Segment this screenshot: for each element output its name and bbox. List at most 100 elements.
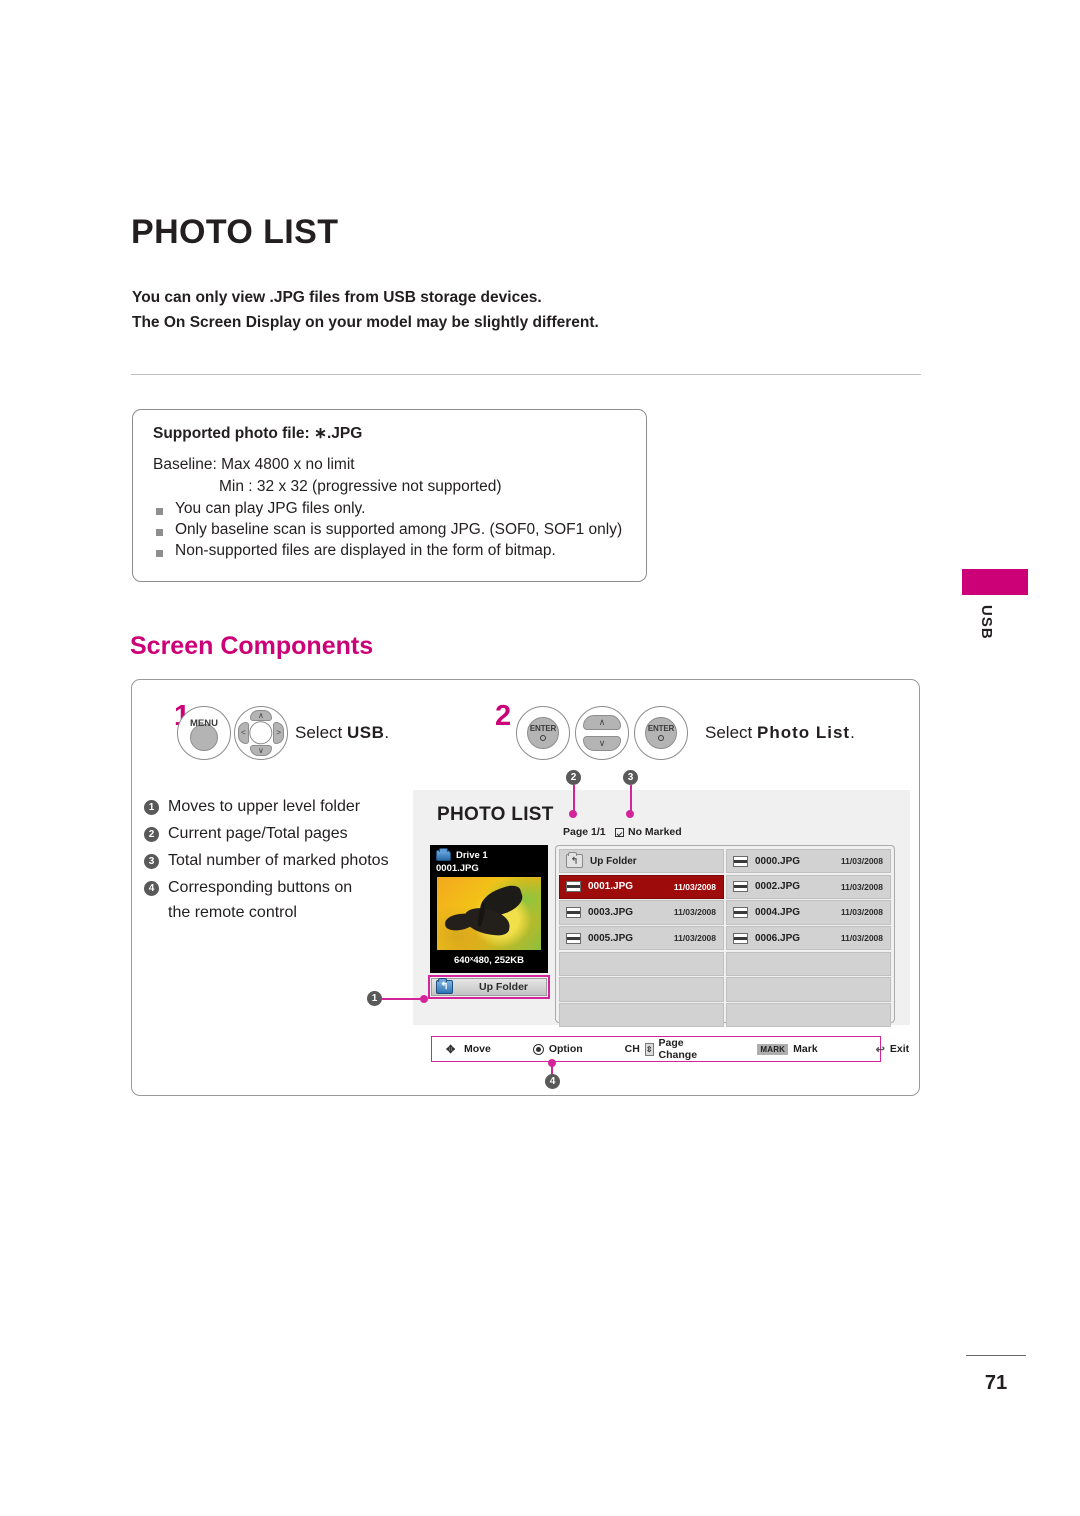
enter-button-first[interactable]: ENTER [516,706,570,760]
file-cell-empty [559,977,724,1002]
file-cell[interactable]: 0005.JPG 11/03/2008 [559,926,724,951]
jpg-file-icon [733,906,748,918]
legend-text: Corresponding buttons on [168,879,353,896]
jpg-file-icon [566,932,581,944]
file-cell[interactable]: 0000.JPG 11/03/2008 [726,849,891,874]
up-arrow-glyph: ↰ [440,980,449,992]
osd-toolbar: ✥ Move Option CH ⇳ Page Change MARK Mark… [431,1036,909,1062]
spec-bullet-text: You can play JPG files only. [175,500,366,517]
spec-bullet-item: You can play JPG files only. [153,500,628,518]
dpad-ring: ∧ ∨ < > [234,706,288,760]
osd-marked-label: No Marked [628,826,682,838]
enter-button-dot-icon [657,734,664,741]
page-number: 71 [984,1372,1008,1394]
file-cell-date: 11/03/2008 [673,881,716,892]
file-cell-name: 0000.JPG [755,855,801,867]
file-cell-name: 0003.JPG [588,906,634,918]
square-bullet-icon [156,508,163,515]
file-cell[interactable]: 0004.JPG 11/03/2008 [726,900,891,925]
callout-bubble-3: 3 [623,770,638,785]
dpad-up-icon[interactable]: ∧ [249,710,273,721]
spec-baseline-line: Baseline: Max 4800 x no limit [153,456,355,473]
file-cell[interactable]: 0003.JPG 11/03/2008 [559,900,724,925]
square-bullet-icon [156,529,163,536]
osd-preview-filename: 0001.JPG [436,863,479,874]
legend-text: Moves to upper level folder [168,798,361,815]
dpad-right-icon[interactable]: > [273,721,284,745]
menu-button-label: MENU [190,717,218,729]
spec-bullet-text: Only baseline scan is supported among JP… [175,521,623,538]
pad-down-icon[interactable]: ∨ [583,736,621,751]
legend-text: Total number of marked photos [168,852,389,869]
spec-min-line: Min : 32 x 32 (progressive not supported… [219,478,502,495]
toolbar-ch-prefix: CH [624,1043,640,1055]
toolbar-exit[interactable]: ↩ Exit [876,1043,909,1056]
file-cell-empty [726,1003,891,1028]
osd-file-grid: ↰ Up Folder 0000.JPG 11/03/2008 0001.JPG… [555,845,895,1028]
file-cell-empty [559,951,724,976]
legend-item: 3 Total number of marked photos [144,850,404,872]
up-folder-icon: ↰ [566,852,583,869]
file-cell-up-folder[interactable]: ↰ Up Folder [559,849,724,874]
option-icon [532,1043,544,1055]
osd-drive-label: Drive 1 [456,850,488,861]
toolbar-move-label: Move [464,1043,491,1055]
spec-bullet-item: Non-supported files are displayed in the… [153,542,628,560]
file-cell[interactable]: 0002.JPG 11/03/2008 [726,874,891,899]
callout-line-3 [630,785,632,813]
pad-up-icon[interactable]: ∧ [583,715,621,730]
legend-item: 4 Corresponding buttons on [144,877,404,899]
up-down-pad-button[interactable]: ∧ ∨ [575,706,629,760]
menu-button[interactable]: MENU [177,706,231,760]
square-bullet-icon [156,550,163,557]
intro-paragraph: You can only view .JPG files from USB st… [132,285,772,335]
legend-item: 1 Moves to upper level folder [144,796,404,818]
toolbar-page-change-label: Page Change [658,1037,698,1061]
toolbar-move[interactable]: ✥ Move [446,1043,491,1056]
up-folder-icon: ↰ [436,978,453,994]
legend-number-badge: 4 [144,881,159,896]
legend-text-continuation: the remote control [168,904,297,921]
file-cell-empty [726,951,891,976]
usb-section-label: USB [978,605,995,640]
osd-drive-row: Drive 1 [430,845,548,863]
jpg-file-icon [566,881,581,893]
file-cell-empty [726,977,891,1002]
page-change-icon: ⇳ [644,1042,654,1056]
dpad-button[interactable]: ∧ ∨ < > [234,706,288,760]
step-1-instruction-prefix: Select [295,723,347,742]
callout-bubble-2: 2 [566,770,581,785]
file-cell-selected[interactable]: 0001.JPG 11/03/2008 [559,874,724,899]
move-icon: ✥ [446,1043,456,1056]
file-cell-name: 0004.JPG [755,906,801,918]
file-cell[interactable]: 0006.JPG 11/03/2008 [726,926,891,951]
callout-line-2 [573,785,575,813]
step-2-instruction-target: Photo List [756,723,851,742]
file-cell-date: 11/03/2008 [673,933,716,944]
osd-up-folder-button[interactable]: ↰ Up Folder [428,975,550,999]
up-arrow-glyph: ↰ [570,855,579,866]
page-title: PHOTO LIST [131,213,339,251]
osd-preview-panel: Drive 1 0001.JPG 640ˣ480, 252KB [430,845,548,973]
file-cell-date: 11/03/2008 [840,856,883,867]
file-cell-name: 0002.JPG [755,881,801,893]
mark-icon: MARK [757,1043,789,1055]
dpad-left-icon[interactable]: < [238,721,249,745]
enter-button-ring: ENTER [634,706,688,760]
legend-number-badge: 1 [144,800,159,815]
toolbar-option-label: Option [548,1043,583,1055]
toolbar-option[interactable]: Option [532,1043,583,1055]
footer-rule [966,1355,1026,1356]
enter-button-second[interactable]: ENTER [634,706,688,760]
checkbox-icon [615,827,624,837]
jpg-file-icon [733,855,748,867]
dpad-down-icon[interactable]: ∨ [249,745,273,756]
file-cell-name: 0001.JPG [588,881,634,893]
horizontal-divider [131,374,921,375]
toolbar-page-change[interactable]: CH ⇳ Page Change [625,1037,700,1061]
legend-item: 2 Current page/Total pages [144,823,404,845]
step-2-instruction-prefix: Select [705,723,757,742]
toolbar-mark[interactable]: MARK Mark [757,1043,818,1055]
legend-number-badge: 3 [144,854,159,869]
legend-text: Current page/Total pages [168,825,348,842]
